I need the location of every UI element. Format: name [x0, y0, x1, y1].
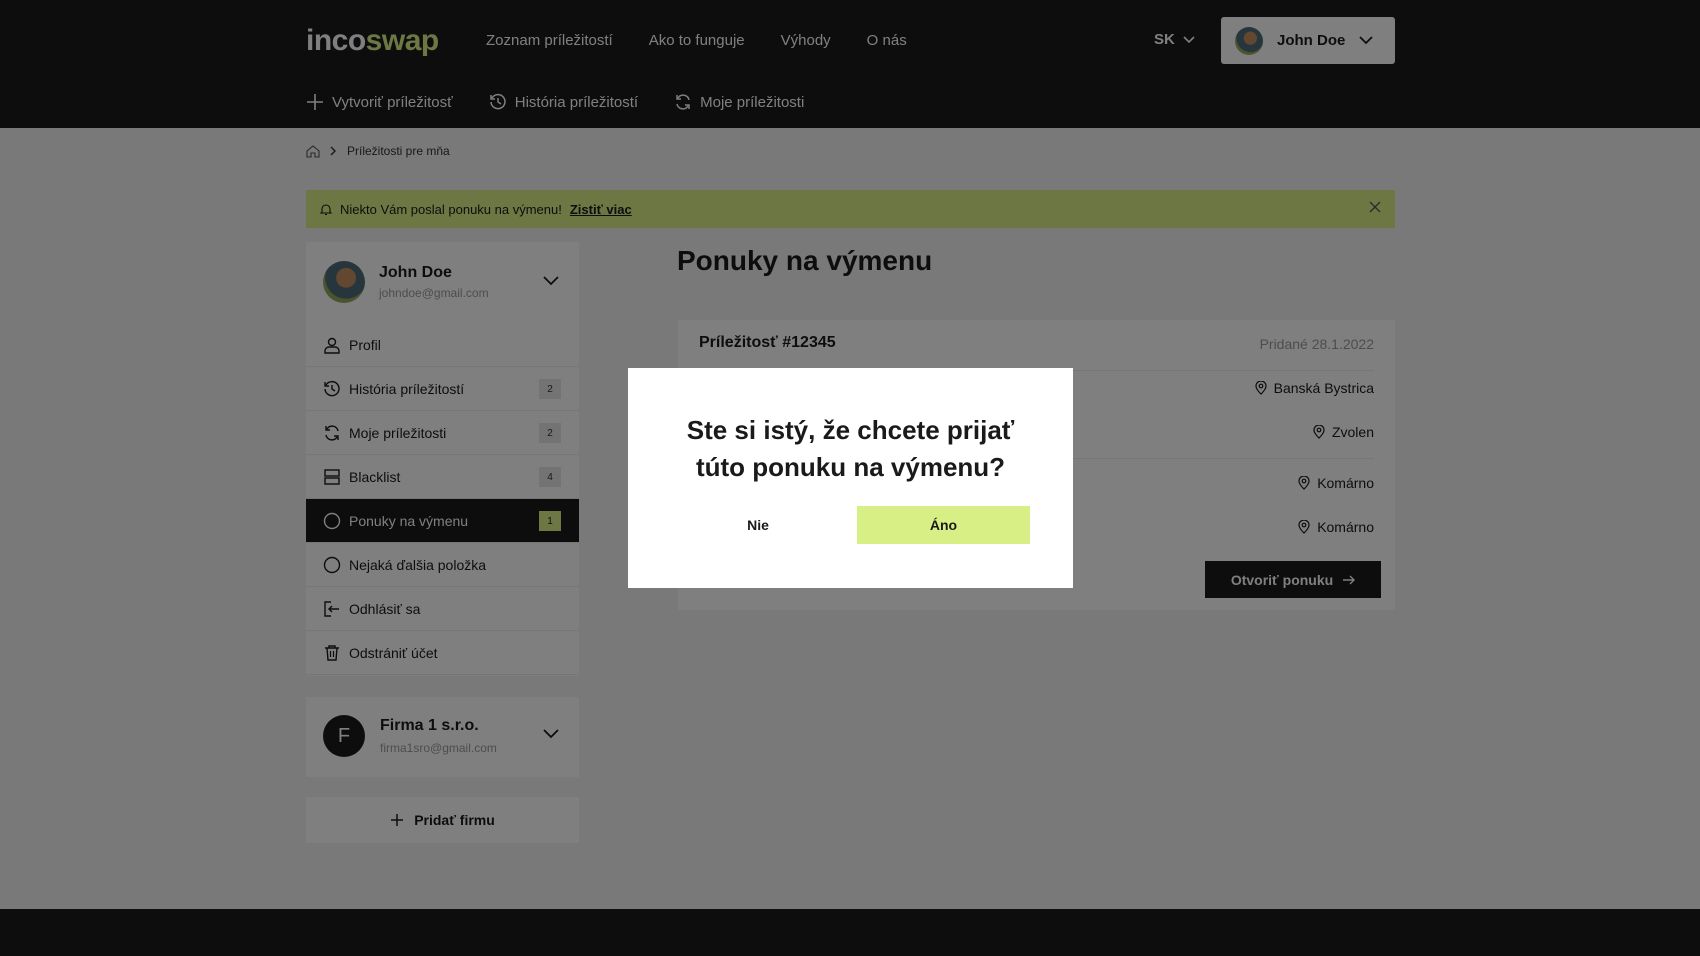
confirm-dialog: Ste si istý, že chcete prijať túto ponuk…	[628, 368, 1073, 588]
dialog-question: Ste si istý, že chcete prijať túto ponuk…	[628, 412, 1073, 486]
yes-button[interactable]: Áno	[857, 506, 1030, 544]
no-button[interactable]: Nie	[672, 506, 844, 544]
dialog-question-line-1: Ste si istý, že chcete prijať	[686, 415, 1015, 445]
dialog-question-line-2: túto ponuku na výmenu?	[695, 452, 1006, 482]
